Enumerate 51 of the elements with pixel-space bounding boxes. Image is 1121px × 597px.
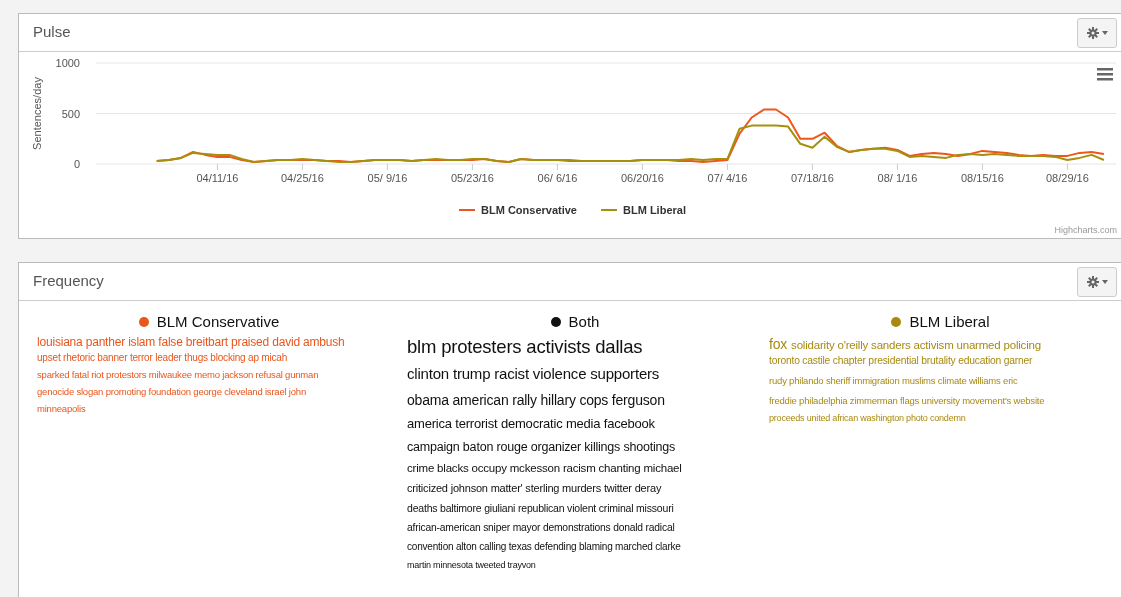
- menu-icon[interactable]: [1097, 68, 1113, 81]
- word-cloud-terms: freddie philadelphia zimmerman flags university movement's website: [769, 393, 1045, 408]
- word-cloud-terms: clinton trump racist violence supporters: [407, 363, 660, 384]
- word-cloud-terms: genocide slogan promoting foundation george cleveland israel john: [37, 384, 307, 399]
- word-cloud-terms: deaths baltimore giuliani republican violent criminal missouri: [407, 500, 674, 516]
- x-axis-label: 08/29/16: [1046, 172, 1089, 184]
- word-cloud-terms: criticized johnson matter' sterling murders twitter deray: [407, 480, 662, 496]
- x-axis-label: 05/ 9/16: [367, 172, 408, 184]
- group-heading: BLM Conservative: [156, 312, 280, 332]
- x-axis-label: 08/ 1/16: [877, 172, 918, 184]
- x-axis-label: 05/23/16: [451, 172, 494, 184]
- word-cloud-terms: solidarity o'reilly sanders activism unarmed policing: [791, 337, 1041, 353]
- settings-button[interactable]: [1077, 17, 1117, 48]
- word-cloud-terms: proceeds united african washington photo condemn: [769, 411, 966, 425]
- x-axis-label: 04/25/16: [281, 172, 324, 184]
- word-cloud-terms: blm protesters activists dallas: [407, 334, 643, 359]
- panel-title: Frequency: [33, 271, 104, 292]
- x-axis-label: 07/18/16: [791, 172, 834, 184]
- word-cloud-terms: toronto castile chapter presidential brutality education garner: [769, 353, 1033, 368]
- word-cloud-terms: upset rhetoric banner terror leader thugs blocking ap micah: [37, 350, 287, 365]
- group-heading: BLM Liberal: [909, 312, 990, 332]
- x-axis-label: 06/20/16: [621, 172, 664, 184]
- word-cloud-terms: martin minnesota tweeted trayvon: [407, 558, 536, 572]
- x-axis-label: 04/11/16: [196, 172, 239, 184]
- legend-label[interactable]: BLM Conservative: [481, 204, 577, 216]
- word-cloud-terms: rudy philando sheriff immigration muslims climate williams eric: [769, 373, 1018, 388]
- gear-icon: [1086, 275, 1099, 288]
- x-axis-label: 07/ 4/16: [707, 172, 748, 184]
- word-cloud-terms: obama american rally hillary cops ferguson: [407, 390, 665, 410]
- word-cloud-terms: convention alton calling texas defending blaming marched clarke: [407, 539, 681, 554]
- word-cloud-terms: african-american sniper mayor demonstrations donald radical: [407, 520, 675, 535]
- gear-icon: [1086, 26, 1099, 39]
- y-axis-label: 1000: [55, 57, 80, 69]
- word-cloud-terms: campaign baton rouge organizer killings shootings: [407, 438, 676, 456]
- y-axis-label: 500: [61, 107, 80, 120]
- x-axis-label: 06/ 6/16: [537, 172, 578, 184]
- word-cloud-terms: sparked fatal riot protestors milwaukee memo jackson refusal gunman: [37, 367, 319, 382]
- word-cloud-terms: minneapolis: [37, 401, 86, 416]
- word-cloud-terms: fox: [769, 334, 788, 354]
- legend-label[interactable]: BLM Liberal: [623, 204, 686, 216]
- word-cloud-terms: america terrorist democratic media facebook: [407, 414, 655, 433]
- y-axis-label: 0: [73, 158, 80, 170]
- caret-icon: [1101, 279, 1108, 284]
- word-cloud-terms: louisiana panther islam false breitbart praised david ambush: [37, 333, 345, 351]
- caret-icon: [1101, 30, 1108, 35]
- settings-button[interactable]: [1077, 266, 1117, 297]
- y-axis-title: Sentences/day: [31, 77, 43, 150]
- word-cloud-terms: crime blacks occupy mckesson racism chanting michael: [407, 460, 682, 476]
- panel-title: Pulse: [33, 22, 71, 43]
- group-heading: Both: [568, 312, 600, 332]
- x-axis-label: 08/15/16: [961, 172, 1004, 184]
